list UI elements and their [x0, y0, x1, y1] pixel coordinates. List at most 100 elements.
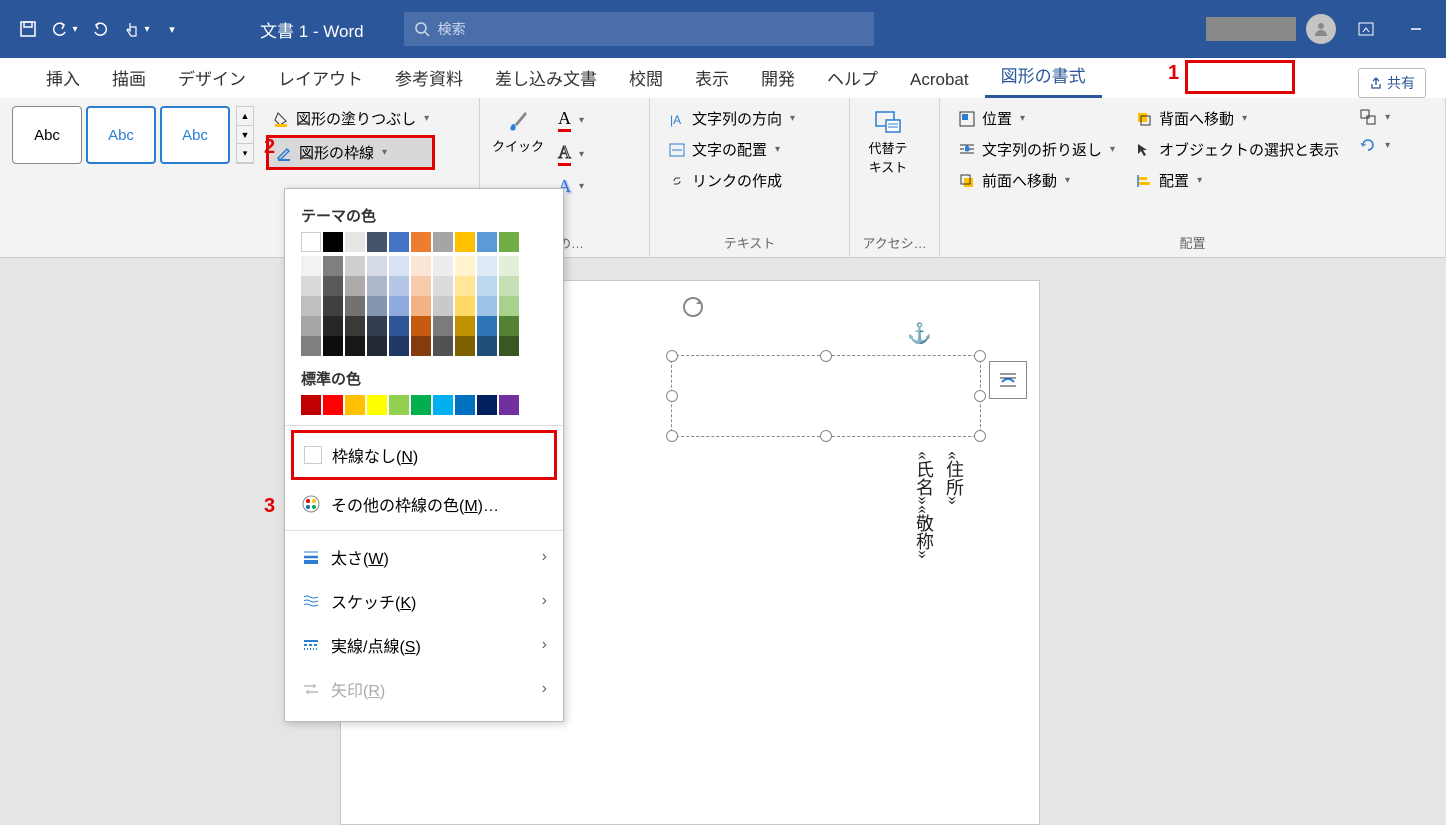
color-swatch[interactable]: [433, 232, 453, 252]
color-swatch[interactable]: [411, 316, 431, 336]
color-swatch[interactable]: [323, 395, 343, 415]
redo-button[interactable]: [84, 13, 116, 45]
color-swatch[interactable]: [345, 232, 365, 252]
color-swatch[interactable]: [345, 336, 365, 356]
bring-forward-button[interactable]: 前面へ移動▾: [952, 166, 1121, 195]
tab-mailings[interactable]: 差し込み文書: [479, 57, 613, 98]
color-swatch[interactable]: [323, 232, 343, 252]
color-swatch[interactable]: [389, 232, 409, 252]
color-swatch[interactable]: [499, 296, 519, 316]
color-swatch[interactable]: [411, 256, 431, 276]
color-swatch[interactable]: [477, 316, 497, 336]
shape-fill-button[interactable]: 図形の塗りつぶし▾: [266, 104, 435, 133]
color-swatch[interactable]: [345, 316, 365, 336]
color-swatch[interactable]: [389, 296, 409, 316]
color-swatch[interactable]: [389, 395, 409, 415]
wrap-text-button[interactable]: 文字列の折り返し▾: [952, 135, 1121, 164]
send-backward-button[interactable]: 背面へ移動▾: [1129, 104, 1345, 133]
color-swatch[interactable]: [499, 256, 519, 276]
color-swatch[interactable]: [433, 256, 453, 276]
color-swatch[interactable]: [389, 316, 409, 336]
align-text-button[interactable]: 文字の配置▾: [662, 135, 801, 164]
ribbon-display-button[interactable]: [1346, 9, 1386, 49]
style-thumb-2[interactable]: Abc: [86, 106, 156, 164]
selection-pane-button[interactable]: オブジェクトの選択と表示: [1129, 135, 1345, 164]
tab-design[interactable]: デザイン: [162, 57, 262, 98]
tab-acrobat[interactable]: Acrobat: [894, 62, 985, 98]
color-swatch[interactable]: [345, 276, 365, 296]
more-colors-item[interactable]: その他の枠線の色(M)…: [285, 482, 563, 526]
share-button[interactable]: 共有: [1358, 68, 1426, 98]
tab-developer[interactable]: 開発: [745, 57, 811, 98]
color-swatch[interactable]: [455, 316, 475, 336]
customize-qat-button[interactable]: ▾: [156, 13, 188, 45]
color-swatch[interactable]: [455, 256, 475, 276]
create-link-button[interactable]: リンクの作成: [662, 166, 801, 195]
color-swatch[interactable]: [301, 232, 321, 252]
color-swatch[interactable]: [301, 395, 321, 415]
color-swatch[interactable]: [345, 296, 365, 316]
color-swatch[interactable]: [499, 336, 519, 356]
color-swatch[interactable]: [389, 336, 409, 356]
color-swatch[interactable]: [433, 336, 453, 356]
color-swatch[interactable]: [367, 256, 387, 276]
dashes-item[interactable]: 実線/点線(S)›: [285, 623, 563, 667]
color-swatch[interactable]: [499, 276, 519, 296]
color-swatch[interactable]: [389, 256, 409, 276]
color-swatch[interactable]: [367, 296, 387, 316]
color-swatch[interactable]: [411, 336, 431, 356]
selected-textbox[interactable]: [671, 355, 981, 437]
style-thumb-1[interactable]: Abc: [12, 106, 82, 164]
color-swatch[interactable]: [323, 256, 343, 276]
color-swatch[interactable]: [477, 232, 497, 252]
tab-insert[interactable]: 挿入: [30, 57, 96, 98]
touch-mode-button[interactable]: ▾: [120, 13, 152, 45]
color-swatch[interactable]: [411, 395, 431, 415]
weight-item[interactable]: 太さ(W)›: [285, 535, 563, 579]
color-swatch[interactable]: [367, 232, 387, 252]
minimize-button[interactable]: [1396, 9, 1436, 49]
color-swatch[interactable]: [455, 336, 475, 356]
text-direction-button[interactable]: |A文字列の方向▾: [662, 104, 801, 133]
color-swatch[interactable]: [455, 232, 475, 252]
color-swatch[interactable]: [323, 276, 343, 296]
style-thumb-3[interactable]: Abc: [160, 106, 230, 164]
no-outline-item[interactable]: 枠線なし(N): [291, 430, 557, 480]
save-button[interactable]: [12, 13, 44, 45]
search-box[interactable]: 検索: [404, 12, 874, 46]
color-swatch[interactable]: [455, 276, 475, 296]
group-button[interactable]: ▾: [1353, 104, 1396, 130]
color-swatch[interactable]: [411, 296, 431, 316]
color-swatch[interactable]: [433, 395, 453, 415]
color-swatch[interactable]: [499, 316, 519, 336]
color-swatch[interactable]: [455, 296, 475, 316]
tab-view[interactable]: 表示: [679, 57, 745, 98]
user-avatar[interactable]: [1306, 14, 1336, 44]
color-swatch[interactable]: [477, 256, 497, 276]
shape-outline-button[interactable]: 図形の枠線▾: [266, 135, 435, 170]
color-swatch[interactable]: [477, 336, 497, 356]
color-swatch[interactable]: [367, 336, 387, 356]
color-swatch[interactable]: [345, 395, 365, 415]
color-swatch[interactable]: [455, 395, 475, 415]
text-outline-button[interactable]: A▾: [552, 138, 590, 170]
color-swatch[interactable]: [301, 316, 321, 336]
color-swatch[interactable]: [301, 276, 321, 296]
color-swatch[interactable]: [301, 296, 321, 316]
tab-help[interactable]: ヘルプ: [811, 57, 894, 98]
color-swatch[interactable]: [477, 395, 497, 415]
color-swatch[interactable]: [367, 395, 387, 415]
color-swatch[interactable]: [301, 336, 321, 356]
alt-text-button[interactable]: 代替テキスト: [858, 102, 918, 180]
color-swatch[interactable]: [433, 316, 453, 336]
color-swatch[interactable]: [345, 256, 365, 276]
undo-button[interactable]: ▾: [48, 13, 80, 45]
tab-layout[interactable]: レイアウト: [262, 57, 379, 98]
color-swatch[interactable]: [323, 336, 343, 356]
color-swatch[interactable]: [433, 296, 453, 316]
tab-review[interactable]: 校閲: [613, 57, 679, 98]
color-swatch[interactable]: [433, 276, 453, 296]
color-swatch[interactable]: [477, 296, 497, 316]
color-swatch[interactable]: [367, 316, 387, 336]
color-swatch[interactable]: [323, 316, 343, 336]
